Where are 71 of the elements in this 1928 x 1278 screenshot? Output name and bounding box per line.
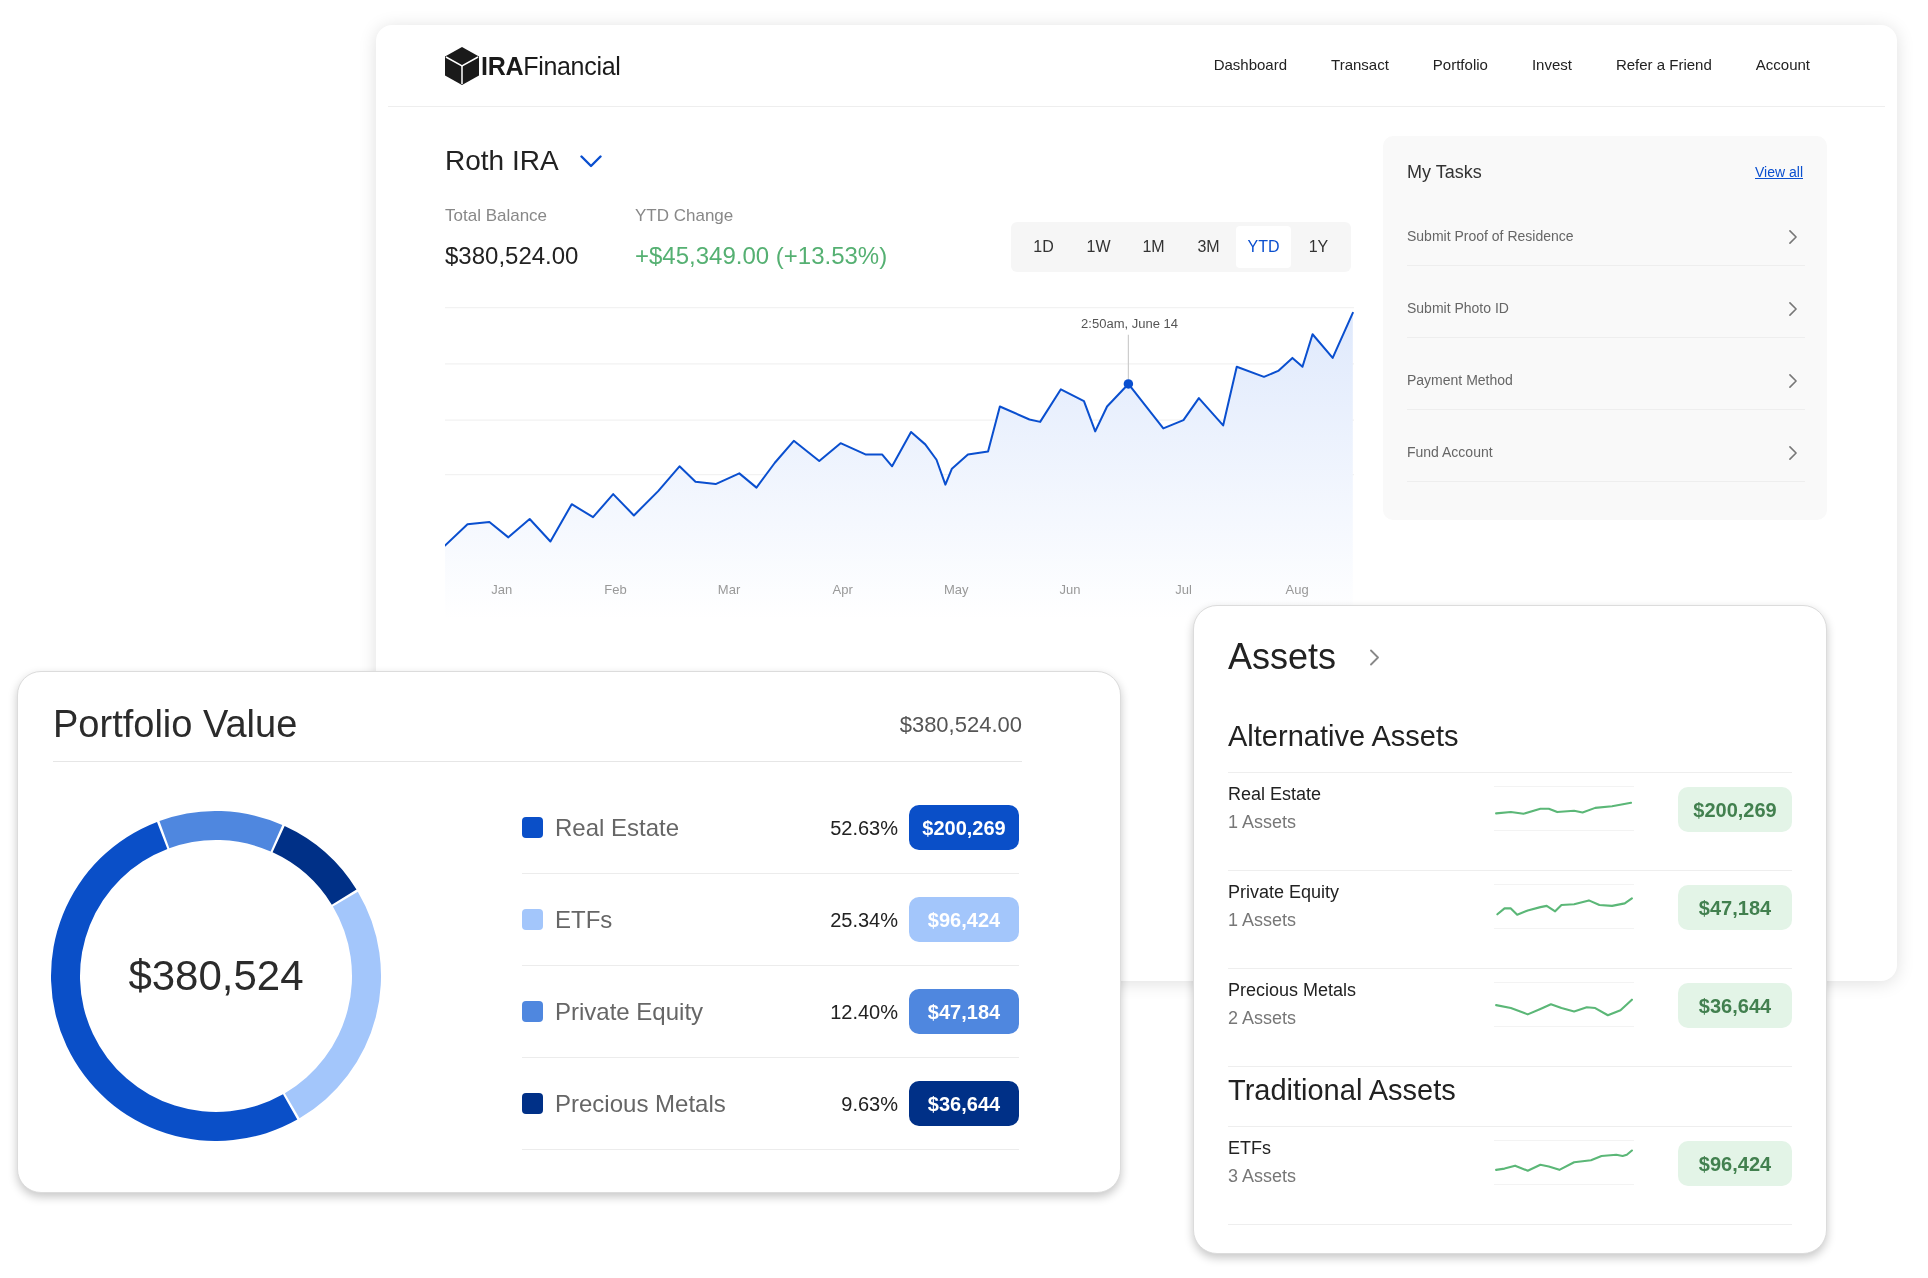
amount-badge: $96,424 xyxy=(909,897,1019,942)
month-label: Jul xyxy=(1175,582,1192,598)
range-tab[interactable]: 1Y xyxy=(1291,226,1346,268)
nav-link[interactable]: Transact xyxy=(1331,54,1389,77)
amount-badge: $200,269 xyxy=(909,805,1019,850)
tooltip-label: 2:50am, June 14 xyxy=(1081,315,1179,331)
task-item[interactable]: Submit Photo ID xyxy=(1407,266,1805,338)
nav-link[interactable]: Portfolio xyxy=(1432,54,1488,77)
month-label: Apr xyxy=(832,582,853,598)
account-selector[interactable]: Roth IRA xyxy=(445,144,602,178)
month-label: Feb xyxy=(604,582,627,598)
amount-badge: $36,644 xyxy=(909,1081,1019,1126)
amount-badge: $47,184 xyxy=(1678,885,1792,930)
asset-count: 1 Assets xyxy=(1228,909,1297,932)
asset-name: Private Equity xyxy=(1228,881,1340,904)
range-tab[interactable]: YTD xyxy=(1236,226,1291,268)
amount-badge: $47,184 xyxy=(909,989,1019,1034)
asset-count: 1 Assets xyxy=(1228,811,1297,834)
percent-text: 25.34% xyxy=(830,907,898,933)
amount-badge: $96,424 xyxy=(1678,1141,1792,1186)
amount-badge: $36,644 xyxy=(1678,983,1792,1028)
change-value: +$45,349.00 (+13.53%) xyxy=(635,241,888,271)
asset-name: Real Estate xyxy=(1228,783,1322,806)
nav-link[interactable]: Dashboard xyxy=(1213,54,1288,77)
amount-badge: $200,269 xyxy=(1678,787,1792,832)
chevron-right-icon xyxy=(1789,445,1797,460)
balance-value: $380,524.00 xyxy=(445,241,580,271)
percent-text: 9.63% xyxy=(841,1091,898,1117)
nav-link[interactable]: Invest xyxy=(1531,54,1572,77)
range-tab[interactable]: 1W xyxy=(1071,226,1126,268)
group-title: Alternative Assets xyxy=(1228,720,1459,752)
chevron-down-icon xyxy=(579,154,602,168)
donut-center-value: $380,524 xyxy=(128,952,304,1000)
range-tab[interactable]: 1M xyxy=(1126,226,1181,268)
month-label: May xyxy=(944,582,969,598)
percent-text: 52.63% xyxy=(830,815,898,841)
task-item[interactable]: Payment Method xyxy=(1407,338,1805,410)
group-title: Traditional Assets xyxy=(1228,1074,1456,1106)
legend-label: Private Equity xyxy=(555,996,704,1027)
portfolio-total: $380,524.00 xyxy=(899,710,1022,739)
legend-label: Precious Metals xyxy=(555,1088,726,1119)
asset-name: Precious Metals xyxy=(1228,979,1357,1002)
percent-text: 12.40% xyxy=(830,999,898,1025)
view-all-link[interactable]: View all xyxy=(1755,161,1803,183)
asset-name: ETFs xyxy=(1228,1137,1271,1160)
cube-logo-icon xyxy=(445,46,479,85)
task-item[interactable]: Submit Proof of Residence xyxy=(1407,194,1805,266)
balance-label: Total Balance xyxy=(445,205,549,227)
month-label: Jan xyxy=(491,582,513,598)
portfolio-title: Portfolio Value xyxy=(53,702,298,746)
legend-label: Real Estate xyxy=(555,812,680,843)
month-label: Aug xyxy=(1285,582,1309,598)
tooltip-marker-icon xyxy=(1123,334,1134,389)
month-label: Mar xyxy=(717,582,741,598)
logo-text: IRAFinancial xyxy=(481,50,621,81)
range-tab[interactable]: 3M xyxy=(1181,226,1236,268)
chevron-right-icon[interactable] xyxy=(1370,648,1380,666)
chevron-right-icon xyxy=(1789,229,1797,244)
legend-label: ETFs xyxy=(555,904,613,935)
month-label: Jun xyxy=(1059,582,1081,598)
range-tab[interactable]: 1D xyxy=(1016,226,1071,268)
asset-count: 2 Assets xyxy=(1228,1007,1297,1030)
assets-title: Assets xyxy=(1228,636,1337,678)
chevron-right-icon xyxy=(1789,373,1797,388)
change-label: YTD Change xyxy=(635,205,735,227)
tasks-title: My Tasks xyxy=(1407,161,1482,184)
asset-count: 3 Assets xyxy=(1228,1165,1297,1188)
chevron-right-icon xyxy=(1789,301,1797,316)
task-item[interactable]: Fund Account xyxy=(1407,410,1805,482)
nav-link[interactable]: Refer a Friend xyxy=(1615,54,1712,77)
nav-link[interactable]: Account xyxy=(1755,54,1810,77)
